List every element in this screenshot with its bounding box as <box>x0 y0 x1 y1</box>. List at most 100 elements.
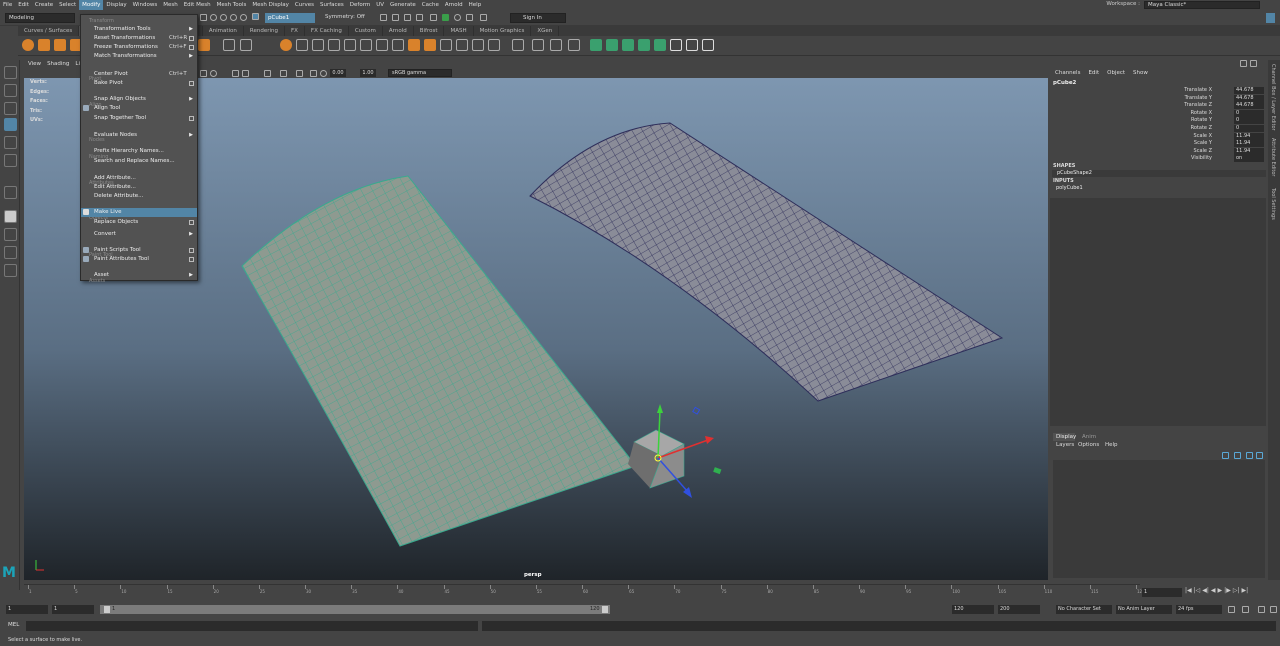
paint-select-icon[interactable] <box>4 102 17 115</box>
menu-item-prefix-hierarchy-names[interactable]: Prefix Hierarchy Names... <box>81 147 197 156</box>
attr-row-visibility[interactable]: Visibility on <box>1052 155 1264 163</box>
shelf-tab-xgen[interactable]: XGen <box>531 26 560 36</box>
menu-uv[interactable]: UV <box>373 0 387 10</box>
option-box-icon[interactable] <box>189 248 194 253</box>
shelf-tab-bifrost[interactable]: Bifrost <box>414 26 445 36</box>
knife-icon[interactable] <box>532 39 544 51</box>
character-set-dropdown[interactable]: No Character Set <box>1056 605 1112 614</box>
menu-set-dropdown[interactable]: Modeling <box>5 13 75 23</box>
bridge-icon[interactable] <box>376 39 388 51</box>
menu-item-paint-attributes-tool[interactable]: Paint Attributes Tool <box>81 255 197 264</box>
camera-icon[interactable] <box>200 70 207 77</box>
exposure-icon[interactable] <box>320 70 327 77</box>
snap-surface-icon[interactable] <box>240 14 247 21</box>
attr-row-scale-z[interactable]: Scale Z 11.94 <box>1052 147 1264 156</box>
menu-deform[interactable]: Deform <box>347 0 373 10</box>
menu-edit-mesh[interactable]: Edit Mesh <box>181 0 214 10</box>
layers-menu[interactable]: Layers <box>1056 442 1074 448</box>
attr-row-rotate-z[interactable]: Rotate Z 0 <box>1052 125 1264 133</box>
viewport-menu-shading[interactable]: Shading <box>47 60 69 68</box>
tab-display[interactable]: Display <box>1053 433 1076 441</box>
attr-value-field[interactable]: 44.678 <box>1234 94 1264 102</box>
menu-item-convert[interactable]: Convert ▶ <box>81 230 197 239</box>
layer-up-icon[interactable] <box>1246 452 1253 459</box>
option-box-icon[interactable] <box>189 36 194 41</box>
tab-tool-settings[interactable]: Tool Settings <box>1270 188 1276 220</box>
object-name-field[interactable]: pCube1 <box>265 13 315 23</box>
symmetry-dropdown[interactable]: Symmetry: Off <box>325 14 365 20</box>
key-icon[interactable] <box>1258 606 1265 613</box>
attr-value-field[interactable]: 11.94 <box>1234 132 1264 140</box>
make-live-icon[interactable] <box>252 13 259 20</box>
menu-file[interactable]: File <box>0 0 15 10</box>
menu-item-freeze-transformations[interactable]: Freeze Transformations Ctrl+F <box>81 43 197 52</box>
input-node[interactable]: polyCube1 <box>1056 185 1083 191</box>
menu-create[interactable]: Create <box>32 0 56 10</box>
select-tool-icon[interactable] <box>4 66 17 79</box>
arnold-icon[interactable] <box>480 14 487 21</box>
collapse-icon[interactable] <box>472 39 484 51</box>
attr-value-field[interactable]: on <box>1234 155 1264 163</box>
four-view-layout-icon[interactable] <box>4 228 17 241</box>
option-box-icon[interactable] <box>189 81 194 86</box>
xray-icon[interactable] <box>296 70 303 77</box>
option-box-icon[interactable] <box>189 116 194 121</box>
loop-icon[interactable] <box>1228 606 1235 613</box>
poly-sphere-icon[interactable] <box>22 39 34 51</box>
menu-item-bake-pivot[interactable]: Bake Pivot <box>81 79 197 88</box>
option-box-icon[interactable] <box>189 220 194 225</box>
cylindrical-map-icon[interactable] <box>606 39 618 51</box>
selected-cube[interactable] <box>628 429 685 489</box>
shaded-icon[interactable] <box>242 70 249 77</box>
outliner-layout-icon[interactable] <box>4 264 17 277</box>
audio-icon[interactable] <box>1242 606 1249 613</box>
channel-box-menu-object[interactable]: Object <box>1107 70 1125 76</box>
combine-icon[interactable] <box>223 39 235 51</box>
playblast-icon[interactable] <box>454 14 461 21</box>
workspace-dropdown[interactable]: Maya Classic* <box>1144 1 1260 9</box>
tab-anim[interactable]: Anim <box>1082 433 1096 441</box>
shelf-tab-fx-caching[interactable]: FX Caching <box>305 26 349 36</box>
attr-row-translate-x[interactable]: Translate X 44.678 <box>1052 87 1264 95</box>
menu-mesh-tools[interactable]: Mesh Tools <box>214 0 250 10</box>
options-menu[interactable]: Options <box>1078 442 1099 448</box>
live-surface-plane[interactable] <box>241 175 637 547</box>
option-box-icon[interactable] <box>189 45 194 50</box>
menu-windows[interactable]: Windows <box>130 0 161 10</box>
attr-value-field[interactable]: 0 <box>1234 109 1264 117</box>
snap-plane-icon[interactable] <box>230 14 237 21</box>
bevel-icon[interactable] <box>392 39 404 51</box>
shelf-tab-fx[interactable]: FX <box>285 26 305 36</box>
panel-toggle-icon[interactable] <box>1266 13 1275 23</box>
viewport-menu-view[interactable]: View <box>28 60 41 68</box>
ipr-icon[interactable] <box>392 14 399 21</box>
menu-edit[interactable]: Edit <box>15 0 32 10</box>
step-back-icon[interactable]: ◀| <box>1202 587 1209 597</box>
multi-cut-icon[interactable] <box>408 39 420 51</box>
attr-value-field[interactable]: 11.94 <box>1234 147 1264 155</box>
snap-curve-icon[interactable] <box>210 14 217 21</box>
playback-start-field[interactable]: 1 <box>52 605 94 614</box>
menu-item-reset-transformations[interactable]: Reset Transformations Ctrl+R <box>81 34 197 43</box>
menu-curves[interactable]: Curves <box>292 0 317 10</box>
uv-layout-icon[interactable] <box>568 39 580 51</box>
close-icon[interactable] <box>1250 60 1257 67</box>
attr-row-scale-x[interactable]: Scale X 11.94 <box>1052 132 1264 141</box>
curved-plane-mesh[interactable] <box>529 122 1004 402</box>
shelf-tab-motion-graphics[interactable]: Motion Graphics <box>474 26 532 36</box>
menu-modify[interactable]: Modify <box>79 0 104 10</box>
attr-value-field[interactable]: 0 <box>1234 125 1264 132</box>
attr-row-rotate-x[interactable]: Rotate X 0 <box>1052 109 1264 118</box>
attr-value-field[interactable]: 44.678 <box>1234 102 1264 110</box>
range-start-handle[interactable] <box>104 606 110 613</box>
attr-value-field[interactable]: 11.94 <box>1234 140 1264 148</box>
prefs-icon[interactable] <box>1270 606 1277 613</box>
poly-cylinder-icon[interactable] <box>54 39 66 51</box>
smooth-icon[interactable] <box>280 39 292 51</box>
shelf-tab-rendering[interactable]: Rendering <box>244 26 285 36</box>
last-tool-icon[interactable] <box>4 186 17 199</box>
svg-icon[interactable] <box>198 39 210 51</box>
menu-generate[interactable]: Generate <box>387 0 419 10</box>
merge-icon[interactable] <box>488 39 500 51</box>
channel-box-menu-show[interactable]: Show <box>1133 70 1148 76</box>
